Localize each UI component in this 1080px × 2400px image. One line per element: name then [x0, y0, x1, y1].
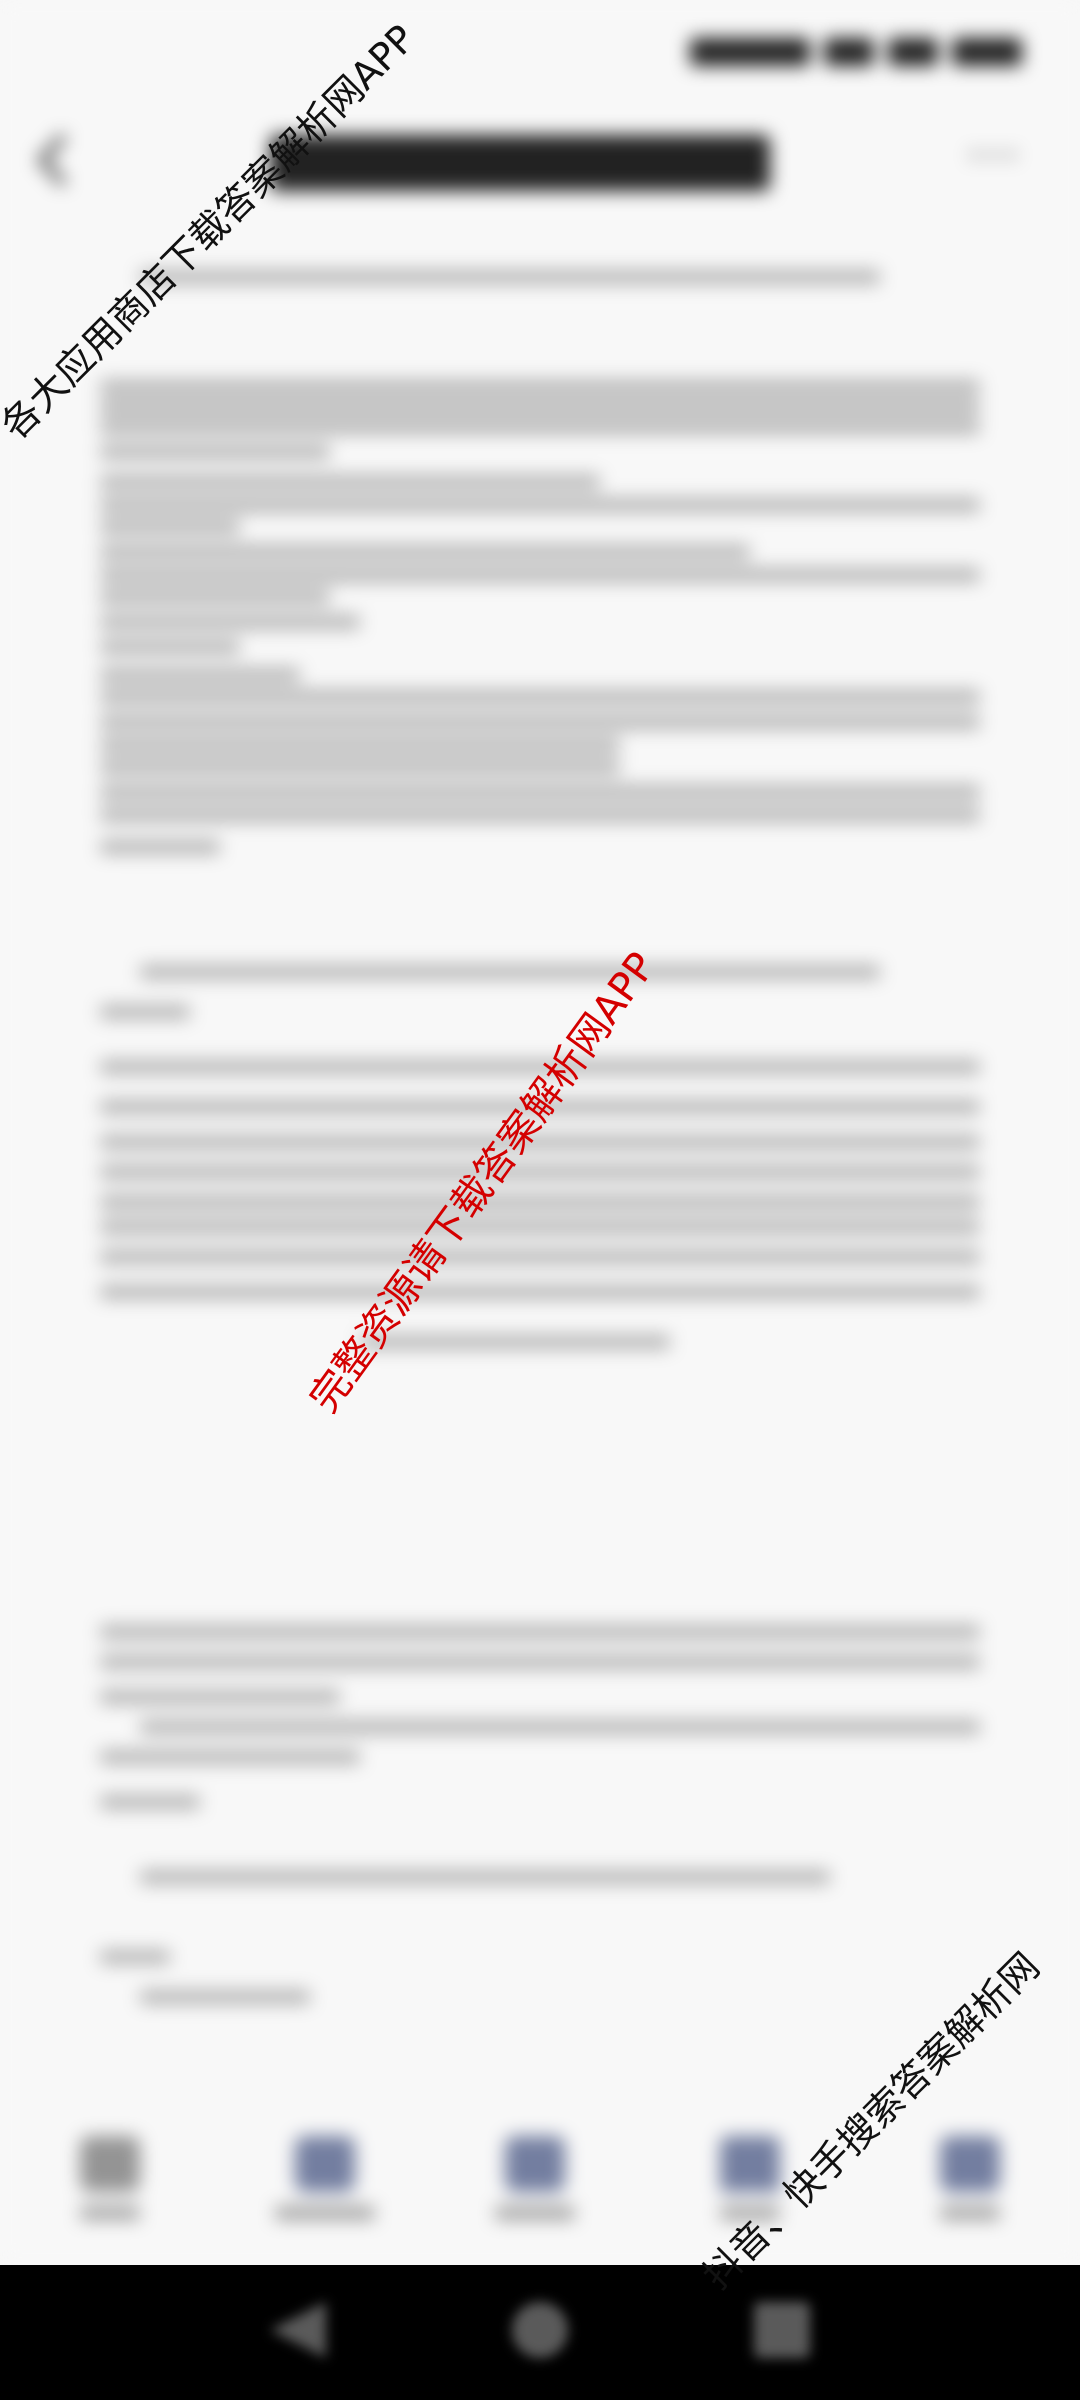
- toolbar-item-label: [495, 2206, 575, 2220]
- download-icon: [940, 2136, 1000, 2192]
- toolbar-item[interactable]: [265, 2120, 385, 2260]
- text-line: [140, 1990, 310, 2004]
- text-line: [100, 1220, 980, 1234]
- print-icon: [295, 2136, 355, 2192]
- text-line: [140, 1720, 980, 1734]
- text-line: [100, 1005, 190, 1019]
- text-line: [100, 615, 360, 629]
- text-line: [100, 840, 220, 854]
- text-line: [100, 380, 980, 394]
- text-line: [100, 1165, 980, 1179]
- text-line: [100, 1750, 360, 1764]
- system-navigation-bar: [0, 2265, 1080, 2400]
- text-line: [100, 568, 980, 582]
- text-line: [100, 808, 980, 822]
- text-line: [100, 760, 620, 774]
- text-line: [100, 785, 980, 799]
- nav-back-button[interactable]: [258, 2295, 338, 2365]
- text-line: [100, 640, 240, 654]
- text-line: [100, 690, 980, 704]
- text-line: [100, 715, 980, 729]
- toolbar-item-label: [80, 2206, 140, 2220]
- text-line: [100, 400, 980, 414]
- text-line: [100, 1950, 170, 1964]
- text-line: [100, 668, 300, 682]
- pen-icon: [80, 2136, 140, 2192]
- bookmark-icon: [505, 2136, 565, 2192]
- toolbar-item-label: [940, 2206, 1000, 2220]
- text-line: [100, 520, 240, 534]
- text-line: [100, 1655, 980, 1669]
- text-line: [100, 1795, 200, 1809]
- text-line: [100, 420, 980, 434]
- text-line: [100, 738, 620, 752]
- text-line: [360, 1335, 670, 1349]
- text-line: [140, 965, 880, 979]
- text-line: [100, 475, 600, 489]
- text-line: [100, 1690, 340, 1704]
- nav-recent-button[interactable]: [742, 2295, 822, 2365]
- toolbar-item[interactable]: [910, 2120, 1030, 2260]
- text-line: [100, 445, 330, 459]
- text-line: [100, 545, 750, 559]
- toolbar-item[interactable]: [50, 2120, 170, 2260]
- text-line: [140, 1870, 830, 1884]
- text-line: [140, 270, 880, 284]
- toolbar-item[interactable]: [475, 2120, 595, 2260]
- text-line: [100, 1250, 980, 1264]
- text-line: [100, 498, 980, 512]
- text-line: [100, 1285, 980, 1299]
- nav-home-button[interactable]: [500, 2295, 580, 2365]
- text-line: [100, 1195, 980, 1209]
- bottom-toolbar: [0, 2120, 1080, 2260]
- text-line: [100, 1625, 980, 1639]
- toolbar-item-label: [275, 2206, 375, 2220]
- text-line: [100, 590, 330, 604]
